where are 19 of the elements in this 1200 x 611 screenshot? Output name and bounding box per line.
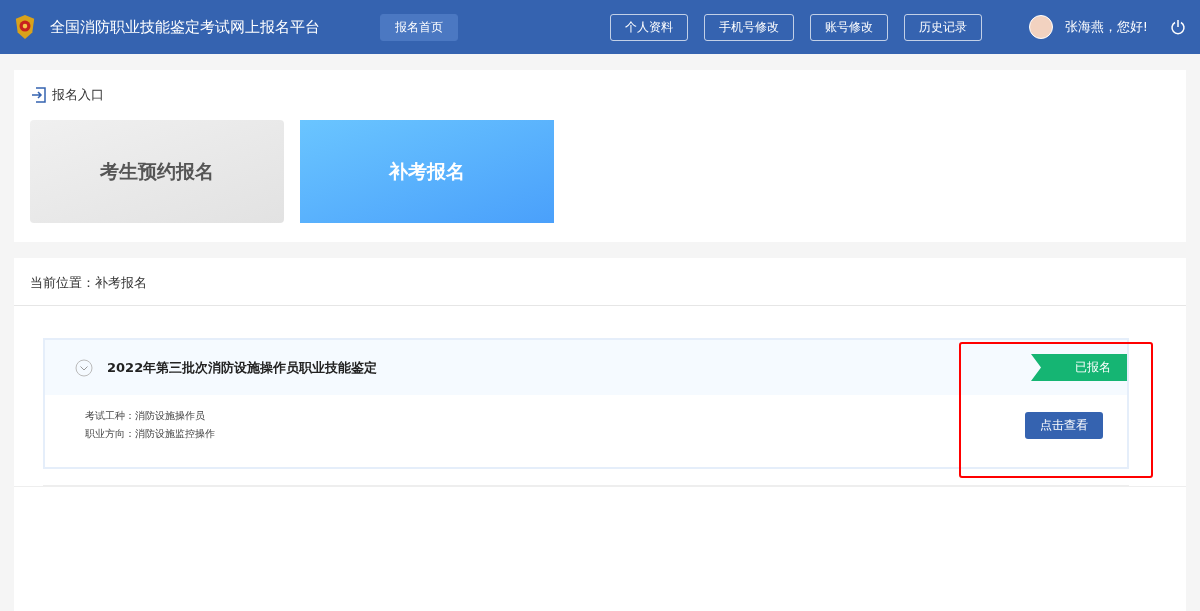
entry-card[interactable]: 考生预约报名 [30, 120, 284, 223]
site-title: 全国消防职业技能鉴定考试网上报名平台 [50, 17, 321, 37]
breadcrumb: 当前位置：补考报名 [14, 258, 1186, 306]
nav-button[interactable]: 账号修改 [810, 13, 888, 41]
nav-button[interactable]: 报名首页 [380, 13, 458, 41]
view-button[interactable]: 点击查看 [1025, 411, 1103, 439]
exam-detail: 职业方向：消防设施监控操作 [85, 427, 216, 441]
nav-button[interactable]: 历史记录 [904, 13, 982, 41]
login-icon [30, 86, 48, 104]
status-tag: 已报名 [1031, 354, 1127, 381]
power-icon[interactable] [1170, 19, 1186, 35]
emblem-icon [14, 14, 36, 40]
nav-button[interactable]: 手机号修改 [704, 13, 794, 41]
avatar-icon[interactable] [1028, 15, 1053, 39]
exam-detail: 考试工种：消防设施操作员 [85, 409, 206, 423]
nav-button[interactable]: 个人资料 [610, 13, 688, 41]
exam-title: 2022年第三批次消防设施操作员职业技能鉴定 [107, 358, 379, 377]
section-heading: 报名入口 [52, 86, 104, 104]
user-greeting: 张海燕，您好! [1064, 18, 1148, 36]
